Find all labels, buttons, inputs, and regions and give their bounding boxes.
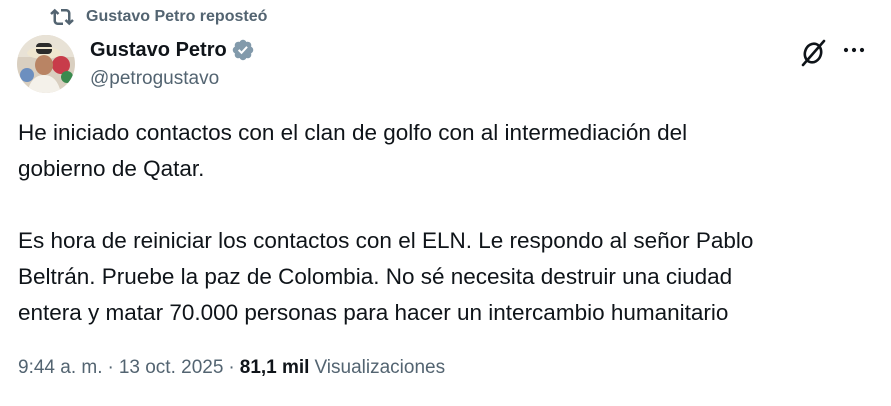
tweet-date[interactable]: 13 oct. 2025: [119, 357, 224, 379]
tweet-line: He iniciado contactos con el clan de gol…: [18, 120, 688, 145]
repost-icon: [50, 5, 74, 29]
separator: ·: [228, 357, 235, 378]
repost-label[interactable]: Gustavo Petro reposteó: [86, 8, 267, 26]
tweet-paragraph-2: Es hora de reiniciar los contactos con e…: [18, 223, 878, 331]
avatar[interactable]: [17, 35, 75, 93]
verified-badge-icon: [231, 38, 255, 62]
more-options-icon[interactable]: [840, 38, 868, 66]
views-label: Visualizaciones: [314, 357, 446, 378]
tweet-line: gobierno de Qatar.: [18, 156, 205, 181]
repost-context[interactable]: Gustavo Petro reposteó: [50, 5, 267, 29]
tweet-line: Es hora de reiniciar los contactos con e…: [18, 228, 754, 253]
tweet-paragraph-1: He iniciado contactos con el clan de gol…: [18, 115, 878, 187]
tweet-text: He iniciado contactos con el clan de gol…: [18, 115, 878, 331]
tweet-time[interactable]: 9:44 a. m.: [18, 357, 103, 379]
separator: ·: [107, 357, 114, 378]
tweet-metadata: 9:44 a. m. · 13 oct. 2025 · 81,1 mil Vis…: [18, 357, 445, 379]
author-handle[interactable]: @petrogustavo: [90, 68, 219, 90]
tweet-line: entera y matar 70.000 personas para hace…: [18, 300, 729, 325]
views-count: 81,1 mil: [239, 357, 310, 378]
tweet-line: Beltrán. Pruebe la paz de Colombia. No s…: [18, 264, 733, 289]
grok-icon[interactable]: [798, 38, 828, 68]
author-name[interactable]: Gustavo Petro: [90, 39, 227, 62]
